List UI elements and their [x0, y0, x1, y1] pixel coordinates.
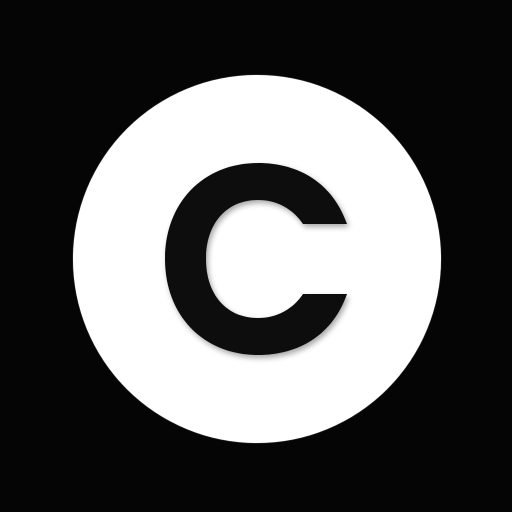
letter-c-glyph [165, 163, 347, 355]
copyright-icon [165, 163, 347, 355]
app-icon-canvas [0, 0, 512, 512]
